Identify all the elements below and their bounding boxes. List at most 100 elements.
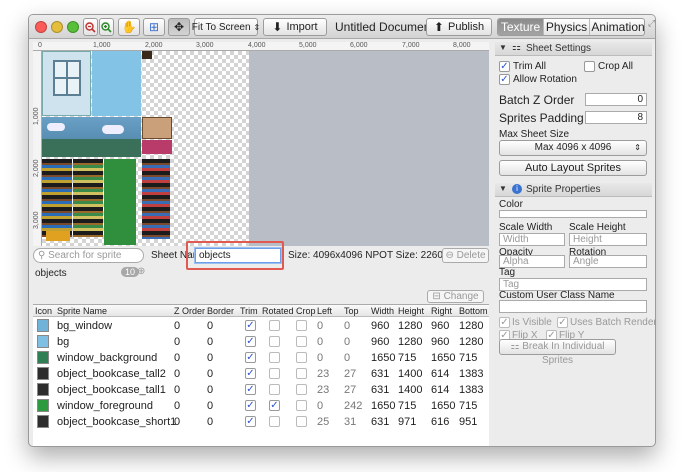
batch-rendering-checkbox[interactable]: ✓ (557, 317, 568, 328)
max-size-select[interactable]: Max 4096 x 4096 ⇕ (499, 140, 647, 156)
sprite-properties-header[interactable]: ▼ i Sprite Properties (495, 183, 652, 197)
table-row[interactable]: bg_window 0 0 0 0 960 1280 960 1280 ✓ (33, 318, 489, 334)
grid-toggle-button[interactable]: ⊞ (143, 18, 165, 36)
crop-all-checkbox[interactable] (584, 61, 595, 72)
col-height[interactable]: Height (398, 306, 424, 316)
sprite-sheet[interactable] (42, 51, 249, 246)
tab-animation[interactable]: Animation (590, 19, 644, 35)
minus-icon: ⊖ (445, 250, 454, 261)
sprite-bg[interactable] (92, 51, 141, 116)
table-row[interactable]: object_bookcase_short1 0 0 25 31 631 971 616 951… (33, 414, 489, 430)
col-right[interactable]: Right (431, 306, 452, 316)
auto-layout-button[interactable]: Auto Layout Sprites (499, 160, 647, 176)
col-top[interactable]: Top (344, 306, 359, 316)
col-crop[interactable]: Crop (296, 306, 316, 316)
table-row[interactable]: window_background 0 0 0 0 1650 715 1650 715 ✓ (33, 350, 489, 366)
col-left[interactable]: Left (317, 306, 332, 316)
sprite-small-1[interactable] (142, 51, 152, 59)
trim-checkbox[interactable]: ✓ (245, 400, 256, 411)
padding-input[interactable]: 8 (585, 111, 647, 124)
zoom-in-button[interactable] (99, 18, 114, 36)
search-icon: ⚲ (38, 250, 46, 261)
sprite-window-background[interactable] (42, 117, 141, 157)
crop-checkbox[interactable] (296, 368, 307, 379)
table-row[interactable]: window_foreground 0 0 0 242 1650 715 1650 715 ✓ ✓ (33, 398, 489, 414)
zoom-window-button[interactable] (67, 21, 79, 33)
col-width[interactable]: Width (371, 306, 394, 316)
sprite-window-foreground[interactable] (104, 159, 136, 245)
rotated-checkbox[interactable] (269, 336, 280, 347)
move-tool-button[interactable]: ✥ (168, 18, 190, 36)
custom-class-input[interactable] (499, 300, 647, 313)
crop-checkbox[interactable] (296, 320, 307, 331)
z-cell: 0 (174, 352, 181, 364)
right-cell: 1650 (431, 352, 456, 364)
trim-all-checkbox[interactable]: ✓ (499, 61, 510, 72)
sprite-bg-window[interactable] (42, 51, 91, 116)
col-bottom[interactable]: Bottom (459, 306, 488, 316)
hand-tool-button[interactable]: ✋ (118, 18, 140, 36)
zoom-out-button[interactable] (83, 18, 98, 36)
tab-texture[interactable]: Texture (498, 19, 544, 35)
sprite-small-2[interactable] (142, 117, 172, 139)
minimize-window-button[interactable] (51, 21, 63, 33)
sprite-small-3[interactable] (142, 140, 172, 154)
sheet-settings-header[interactable]: ▼ ⚏ Sheet Settings (495, 42, 652, 56)
scale-height-input[interactable]: Height (569, 233, 647, 246)
rotated-checkbox[interactable] (269, 320, 280, 331)
trim-checkbox[interactable]: ✓ (245, 384, 256, 395)
col-z-order[interactable]: Z Order (174, 306, 205, 316)
trim-checkbox[interactable]: ✓ (245, 320, 256, 331)
rotated-checkbox[interactable]: ✓ (269, 400, 280, 411)
zoom-select[interactable]: Fit To Screen ⇕ (192, 18, 260, 36)
rotated-checkbox[interactable] (269, 416, 280, 427)
tab-physics[interactable]: Physics (544, 19, 590, 35)
crop-checkbox[interactable] (296, 400, 307, 411)
trim-checkbox[interactable]: ✓ (245, 416, 256, 427)
sprite-bookcase-short1[interactable] (142, 159, 170, 239)
col-border[interactable]: Border (207, 306, 234, 316)
trim-checkbox[interactable]: ✓ (245, 336, 256, 347)
is-visible-checkbox[interactable]: ✓ (499, 317, 510, 328)
batch-z-input[interactable]: 0 (585, 93, 647, 106)
crop-checkbox[interactable] (296, 336, 307, 347)
sprite-small-4[interactable] (46, 231, 70, 241)
sheet-tab-objects[interactable]: objects (35, 268, 67, 279)
table-row[interactable]: bg 0 0 0 0 960 1280 960 1280 ✓ (33, 334, 489, 350)
col-trim[interactable]: Trim (240, 306, 258, 316)
width-cell: 1650 (371, 352, 396, 364)
sprite-bookcase-tall2[interactable] (42, 159, 72, 237)
rotated-checkbox[interactable] (269, 368, 280, 379)
trim-checkbox[interactable]: ✓ (245, 368, 256, 379)
change-button[interactable]: ⊟ Change (427, 290, 484, 303)
trim-checkbox[interactable]: ✓ (245, 352, 256, 363)
col-sprite-name[interactable]: Sprite Name (57, 306, 107, 316)
add-sheet-icon[interactable]: ⊕ (137, 266, 145, 277)
sprite-canvas[interactable]: 0 1,000 2,000 3,000 4,000 5,000 6,000 7,… (33, 42, 489, 246)
crop-checkbox[interactable] (296, 384, 307, 395)
rotated-checkbox[interactable] (269, 384, 280, 395)
width-cell: 1650 (371, 400, 396, 412)
color-well[interactable] (499, 210, 647, 218)
close-window-button[interactable] (35, 21, 47, 33)
import-button[interactable]: ⬇ Import (263, 18, 327, 36)
sheet-tabs: objects 10 ⊕ (33, 266, 489, 281)
col-icon[interactable]: Icon (35, 306, 52, 316)
delete-sheet-button[interactable]: ⊖ Delete (442, 248, 489, 263)
allow-rotation-checkbox[interactable]: ✓ (499, 74, 510, 85)
table-row[interactable]: object_bookcase_tall1 0 0 23 27 631 1400 614 138… (33, 382, 489, 398)
crop-checkbox[interactable] (296, 352, 307, 363)
publish-button[interactable]: ⬆ Publish (426, 18, 492, 36)
scale-width-input[interactable]: Width (499, 233, 565, 246)
col-rotated[interactable]: Rotated (262, 306, 294, 316)
crop-checkbox[interactable] (296, 416, 307, 427)
fullscreen-icon[interactable]: ⤢ (648, 18, 655, 29)
break-sprites-button[interactable]: ⚏ Break In Individual Sprites (499, 339, 616, 366)
top-cell: 0 (344, 320, 351, 332)
sprite-bookcase-tall1[interactable] (73, 159, 103, 237)
rotated-checkbox[interactable] (269, 352, 280, 363)
right-cell: 614 (431, 368, 450, 380)
sprite-search-input[interactable]: ⚲ Search for sprite (33, 248, 144, 263)
table-row[interactable]: object_bookcase_tall2 0 0 23 27 631 1400 614 138… (33, 366, 489, 382)
rotation-input[interactable]: Angle (569, 255, 647, 268)
